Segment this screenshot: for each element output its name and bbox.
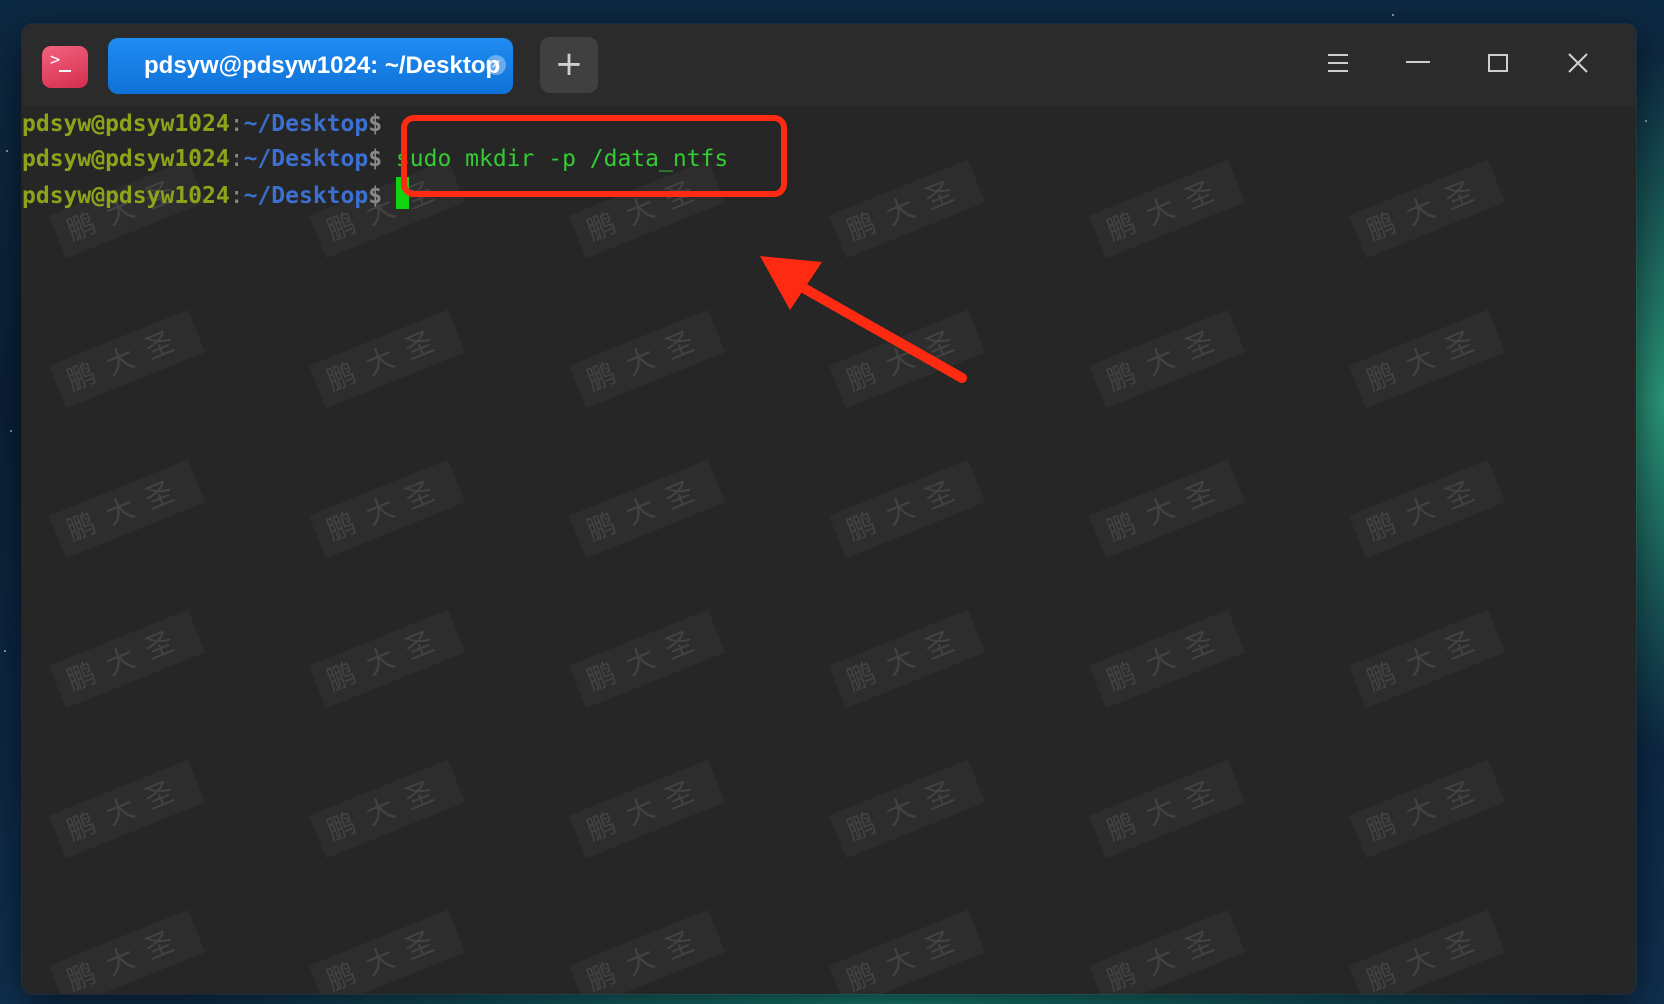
watermark-stamp: 鹏大圣 xyxy=(829,310,985,409)
watermark-stamp: 鹏大圣 xyxy=(49,310,205,409)
watermark-stamp: 鹏大圣 xyxy=(1349,160,1505,259)
watermark-stamp: 鹏大圣 xyxy=(569,460,725,559)
terminal-line: pdsyw@pdsyw1024:~/Desktop$ sudo mkdir -p… xyxy=(22,141,728,177)
tab-terminal[interactable]: pdsyw@pdsyw1024: ~/Desktop × xyxy=(108,38,513,94)
prompt-path: ~/Desktop xyxy=(243,111,369,137)
close-icon[interactable] xyxy=(1556,44,1600,84)
command-text: sudo mkdir -p /data_ntfs xyxy=(382,146,729,172)
watermark-stamp: 鹏大圣 xyxy=(829,760,985,859)
background-star xyxy=(6,150,8,152)
watermark-stamp: 鹏大圣 xyxy=(1089,610,1245,709)
watermark-stamp: 鹏大圣 xyxy=(309,460,465,559)
terminal-line: pdsyw@pdsyw1024:~/Desktop$ xyxy=(22,177,410,213)
prompt-user: pdsyw@pdsyw1024 xyxy=(22,183,230,209)
minimize-icon[interactable] xyxy=(1396,44,1440,84)
watermark-stamp: 鹏大圣 xyxy=(829,460,985,559)
watermark-stamp: 鹏大圣 xyxy=(309,610,465,709)
watermark-stamp: 鹏大圣 xyxy=(1349,610,1505,709)
watermark-stamp: 鹏大圣 xyxy=(569,910,725,994)
prompt-separator: : xyxy=(229,183,244,209)
background-star xyxy=(1392,14,1394,16)
watermark-stamp: 鹏大圣 xyxy=(1349,310,1505,409)
background-star xyxy=(4,650,6,652)
terminal-output[interactable]: 鹏大圣 鹏大圣 鹏大圣 鹏大圣 鹏大圣 鹏大圣 鹏大圣 鹏大圣 鹏大圣 鹏大圣 鹏大圣 鹏大圣 鹏大圣鹏… xyxy=(22,106,1636,994)
watermark-stamp: 鹏大圣 xyxy=(49,460,205,559)
prompt-user: pdsyw@pdsyw1024 xyxy=(22,111,230,137)
new-tab-button[interactable]: + xyxy=(540,37,598,93)
prompt-user: pdsyw@pdsyw1024 xyxy=(22,146,230,172)
watermark-stamp: 鹏大圣 xyxy=(829,610,985,709)
watermark-stamp: 鹏大圣 xyxy=(309,760,465,859)
prompt-dollar: $ xyxy=(368,146,383,172)
background-star xyxy=(1645,120,1647,122)
prompt-separator: : xyxy=(229,146,244,172)
watermark-stamp: 鹏大圣 xyxy=(309,310,465,409)
watermark-stamp: 鹏大圣 xyxy=(569,760,725,859)
watermark-stamp: 鹏大圣 xyxy=(49,610,205,709)
watermark-stamp: 鹏大圣 xyxy=(1349,460,1505,559)
menu-icon[interactable] xyxy=(1316,44,1360,84)
tab-label: pdsyw@pdsyw1024: ~/Desktop xyxy=(144,52,501,79)
watermark-stamp: 鹏大圣 xyxy=(1089,760,1245,859)
prompt-path: ~/Desktop xyxy=(243,183,369,209)
close-icon[interactable]: × xyxy=(486,55,506,75)
prompt-dollar: $ xyxy=(368,111,383,137)
watermark-stamp: 鹏大圣 xyxy=(1089,160,1245,259)
watermark-stamp: 鹏大圣 xyxy=(1349,910,1505,994)
prompt-separator: : xyxy=(229,111,244,137)
watermark-stamp: 鹏大圣 xyxy=(569,310,725,409)
terminal-window: > pdsyw@pdsyw1024: ~/Desktop × + 鹏大圣 鹏大圣鹏… xyxy=(22,24,1636,994)
terminal-cursor xyxy=(396,177,410,209)
watermark-stamp: 鹏大圣 xyxy=(309,910,465,994)
terminal-icon[interactable]: > xyxy=(42,46,88,88)
watermark-stamp: 鹏大圣 xyxy=(569,610,725,709)
watermark-stamp: 鹏大圣 xyxy=(1349,760,1505,859)
maximize-icon[interactable] xyxy=(1476,44,1520,84)
watermark-layer: 鹏大圣 鹏大圣 鹏大圣 鹏大圣 鹏大圣 鹏大圣 鹏大圣 鹏大圣 鹏大圣 鹏大圣 鹏大圣 鹏大圣 鹏大圣鹏… xyxy=(22,106,1636,994)
watermark-stamp: 鹏大圣 xyxy=(1089,910,1245,994)
terminal-line: pdsyw@pdsyw1024:~/Desktop$ xyxy=(22,106,382,142)
prompt-dollar: $ xyxy=(368,183,383,209)
prompt-path: ~/Desktop xyxy=(243,146,369,172)
title-bar: > pdsyw@pdsyw1024: ~/Desktop × + xyxy=(22,24,1636,106)
background-star xyxy=(10,430,12,432)
watermark-stamp: 鹏大圣 xyxy=(1089,460,1245,559)
watermark-stamp: 鹏大圣 xyxy=(1089,310,1245,409)
watermark-stamp: 鹏大圣 xyxy=(829,910,985,994)
watermark-stamp: 鹏大圣 xyxy=(49,910,205,994)
watermark-stamp: 鹏大圣 xyxy=(49,760,205,859)
watermark-stamp: 鹏大圣 xyxy=(829,160,985,259)
